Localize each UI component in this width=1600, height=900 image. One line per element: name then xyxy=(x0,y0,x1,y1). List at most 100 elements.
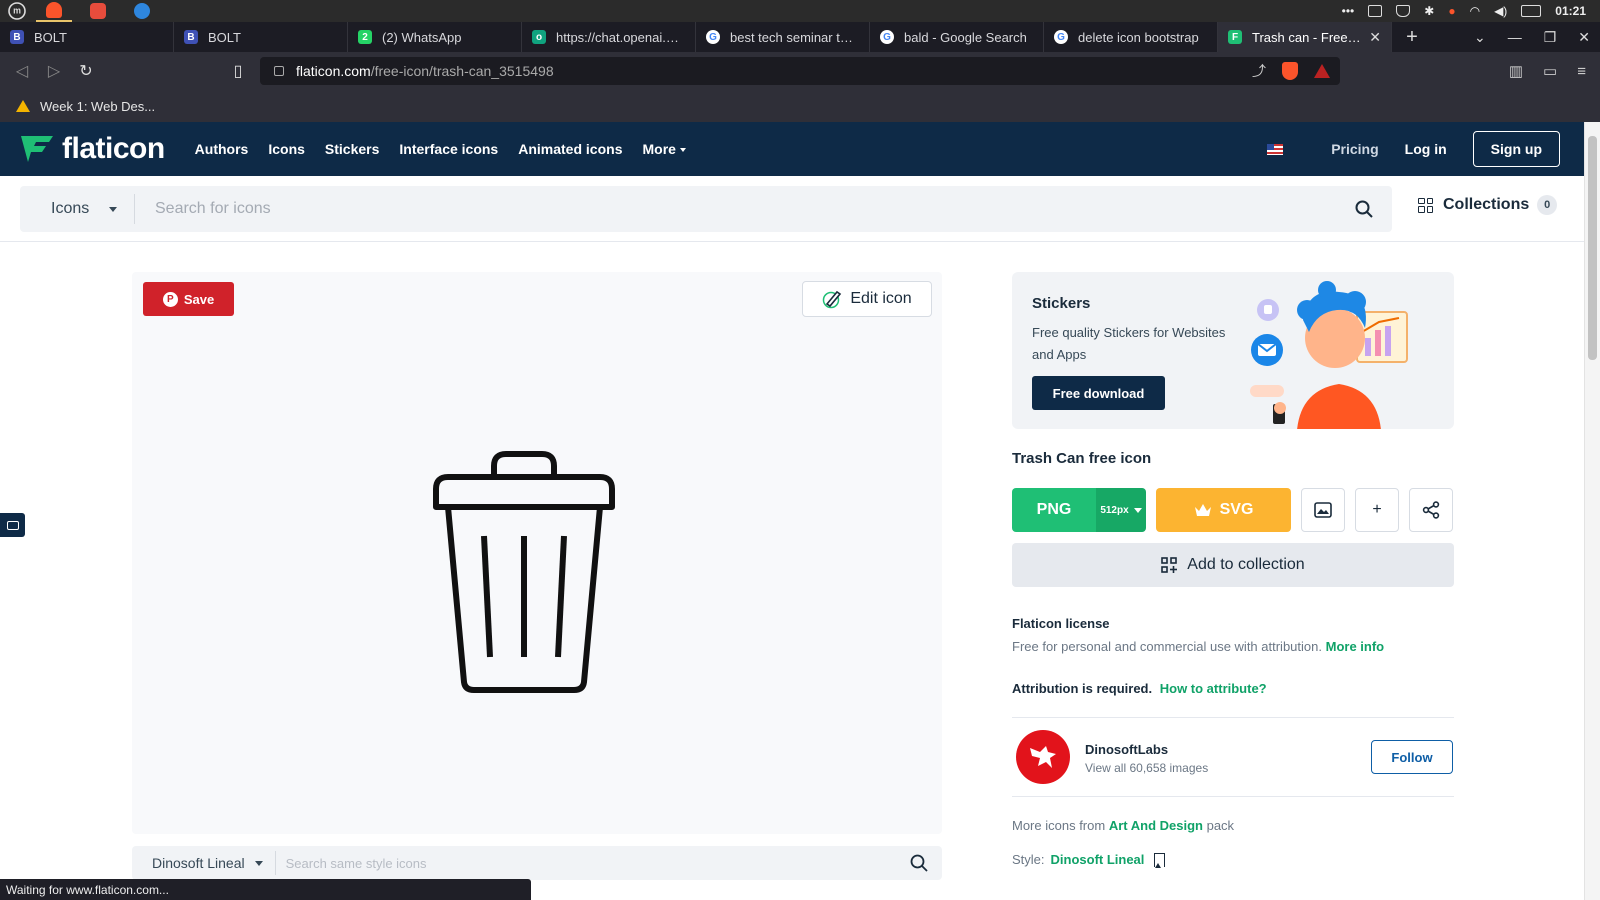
tab-list-icon[interactable]: ⌄ xyxy=(1474,29,1486,46)
nav-more-label: More xyxy=(642,141,676,157)
collections-count-badge: 0 xyxy=(1537,195,1558,215)
minimize-icon[interactable]: — xyxy=(1508,29,1522,45)
menu-icon[interactable]: ≡ xyxy=(1577,63,1586,80)
browser-tab[interactable]: o https://chat.openai.com xyxy=(522,22,696,52)
brave-app-icon xyxy=(46,2,62,18)
share-button[interactable] xyxy=(1409,488,1453,532)
back-icon[interactable]: ◁ xyxy=(6,55,38,87)
search-input[interactable] xyxy=(135,187,1344,231)
sidebar-toggle-icon[interactable]: ▥ xyxy=(1509,62,1523,80)
collections-label: Collections xyxy=(1443,196,1530,213)
add-button[interactable]: + xyxy=(1355,488,1399,532)
browser-tab[interactable]: B BOLT xyxy=(0,22,174,52)
taskbar-app-browser[interactable] xyxy=(124,0,160,22)
login-link[interactable]: Log in xyxy=(1405,141,1447,157)
clock[interactable]: 01:21 xyxy=(1555,4,1586,18)
forward-icon[interactable]: ▷ xyxy=(38,55,70,87)
signup-button[interactable]: Sign up xyxy=(1472,131,1560,167)
svg-download-button[interactable]: SVG xyxy=(1156,488,1291,532)
header-actions: Pricing Log in Sign up xyxy=(1267,131,1560,167)
brave-rewards-icon[interactable] xyxy=(1314,64,1330,78)
nav-interface-icons[interactable]: Interface icons xyxy=(399,141,498,157)
brave-tray-icon[interactable]: ● xyxy=(1448,4,1455,18)
browser-tab[interactable]: Gdelete icon bootstrap xyxy=(1044,22,1218,52)
nav-animated-icons[interactable]: Animated icons xyxy=(518,141,622,157)
nav-more[interactable]: More xyxy=(642,141,686,157)
style-select[interactable]: Dinosoft Lineal xyxy=(132,851,276,875)
shield-tray-icon[interactable] xyxy=(1396,5,1411,17)
pricing-link[interactable]: Pricing xyxy=(1331,141,1378,157)
clipboard-icon[interactable] xyxy=(1368,5,1383,17)
chevron-down-icon xyxy=(679,148,686,153)
author-avatar[interactable] xyxy=(1016,730,1070,784)
png-size-select[interactable]: 512px xyxy=(1096,488,1146,532)
brave-shield-icon[interactable] xyxy=(1282,62,1298,80)
battery-icon[interactable] xyxy=(1521,5,1542,17)
taskbar-app-network[interactable] xyxy=(80,0,116,22)
collection-add-icon xyxy=(1161,557,1178,573)
taskbar-app-brave[interactable] xyxy=(36,0,72,22)
scrollbar-thumb[interactable] xyxy=(1588,136,1597,360)
nav-stickers[interactable]: Stickers xyxy=(325,141,379,157)
bookmark-icon[interactable] xyxy=(1154,852,1166,868)
collections-button[interactable]: Collections 0 xyxy=(1418,195,1558,215)
browser-tab[interactable]: B BOLT xyxy=(174,22,348,52)
search-icon xyxy=(1355,200,1373,218)
how-to-attribute-link[interactable]: How to attribute? xyxy=(1160,681,1267,696)
free-download-button[interactable]: Free download xyxy=(1032,376,1165,410)
save-label: Save xyxy=(183,291,215,307)
search-icon[interactable] xyxy=(910,854,928,872)
chevron-down-icon xyxy=(109,206,118,212)
pinterest-save-button[interactable]: P Save xyxy=(143,282,234,316)
tab-title: best tech seminar topic xyxy=(730,29,859,45)
bookmark-item[interactable]: Week 1: Web Des... xyxy=(16,99,155,114)
browser-tab[interactable]: F Trash can - Free ui i ✕ xyxy=(1218,22,1392,52)
follow-button[interactable]: Follow xyxy=(1371,740,1453,774)
nav-icons[interactable]: Icons xyxy=(268,141,305,157)
close-icon[interactable]: ✕ xyxy=(1369,29,1381,46)
nav-authors[interactable]: Authors xyxy=(195,141,249,157)
page-scrollbar[interactable] xyxy=(1584,122,1600,900)
tray-more-icon[interactable]: ••• xyxy=(1342,4,1355,18)
share-icon xyxy=(1422,501,1440,519)
stickers-promo-card: Stickers Free quality Stickers for Websi… xyxy=(1012,272,1454,429)
pinterest-icon: P xyxy=(162,291,178,307)
new-tab-button[interactable]: + xyxy=(1392,26,1432,49)
author-name[interactable]: DinosoftLabs xyxy=(1085,742,1168,757)
browser-tab[interactable]: Gbest tech seminar topic xyxy=(696,22,870,52)
maximize-icon[interactable]: ❐ xyxy=(1544,29,1557,46)
search-type-select[interactable]: Icons xyxy=(20,194,135,224)
bookmark-page-icon[interactable]: ▯ xyxy=(222,55,254,87)
wifi-icon[interactable]: ◠ xyxy=(1470,4,1480,18)
site-header: flaticon Authors Icons Stickers Interfac… xyxy=(0,122,1584,176)
address-bar[interactable]: flaticon.com/free-icon/trash-can_3515498… xyxy=(260,57,1340,85)
mockup-button[interactable] xyxy=(1301,488,1345,532)
style-link[interactable]: Dinosoft Lineal xyxy=(1051,852,1145,867)
image-icon xyxy=(1314,502,1332,518)
reload-icon[interactable]: ↻ xyxy=(70,55,102,87)
browser-tab[interactable]: Gbald - Google Search xyxy=(870,22,1044,52)
search-button[interactable] xyxy=(1344,189,1384,229)
bluetooth-icon[interactable]: ✱ xyxy=(1424,4,1434,18)
share-icon[interactable]: ⤴ xyxy=(1252,61,1266,81)
google-icon: G xyxy=(1054,30,1068,44)
flaticon-logo[interactable]: flaticon xyxy=(20,132,165,166)
more-info-link[interactable]: More info xyxy=(1326,639,1385,654)
edit-icon-button[interactable]: Edit icon xyxy=(802,281,932,317)
volume-icon[interactable]: ◀) xyxy=(1494,4,1507,18)
browser-tab[interactable]: 2 (2) WhatsApp xyxy=(348,22,522,52)
close-window-icon[interactable]: ✕ xyxy=(1578,29,1590,46)
wallet-icon[interactable]: ▭ xyxy=(1543,62,1557,80)
author-image-count[interactable]: View all 60,658 images xyxy=(1085,761,1208,775)
style-search-input[interactable] xyxy=(275,855,910,871)
tab-title: BOLT xyxy=(208,29,241,45)
search-row: Icons Collections 0 xyxy=(0,176,1584,242)
png-download-button[interactable]: PNG xyxy=(1012,488,1096,532)
pack-link[interactable]: Art And Design xyxy=(1109,818,1203,833)
menu-launcher-icon[interactable]: m xyxy=(8,2,26,20)
sticker-illustration xyxy=(1250,281,1408,429)
us-flag-icon[interactable] xyxy=(1267,143,1284,155)
feedback-button[interactable] xyxy=(0,513,25,537)
add-to-collection-button[interactable]: Add to collection xyxy=(1012,543,1454,587)
pack-suffix: pack xyxy=(1206,818,1235,833)
